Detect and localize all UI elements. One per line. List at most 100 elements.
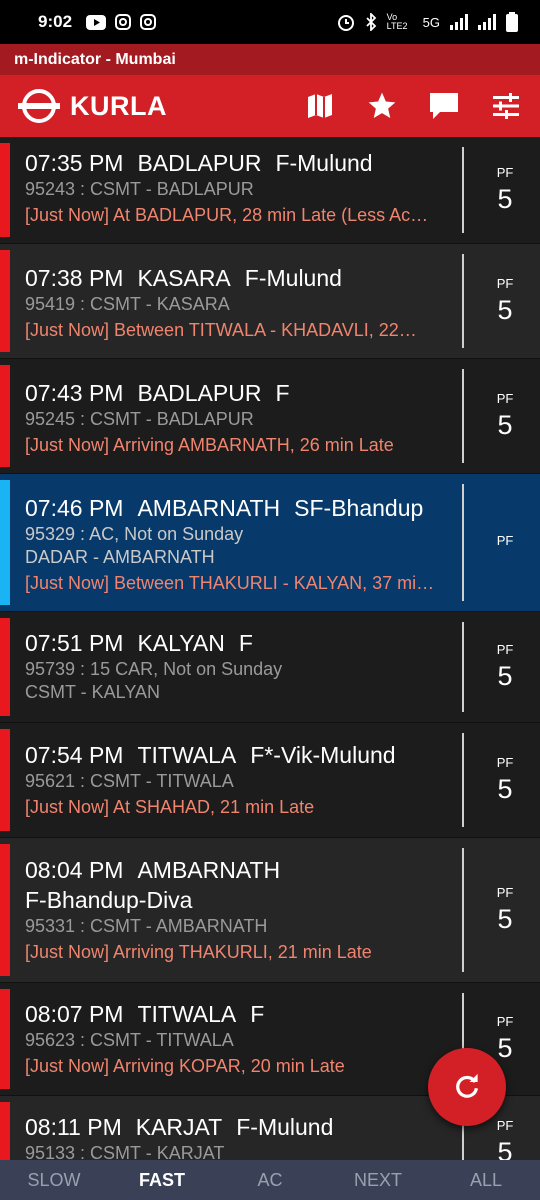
tab-next[interactable]: NEXT [324, 1170, 432, 1191]
platform-label: PF [496, 276, 514, 291]
train-live-status: [Just Now] Between THAKURLI - KALYAN, 37… [25, 573, 435, 593]
platform-label: PF [496, 642, 514, 657]
volte-indicator: Vo LTE2 [386, 12, 408, 31]
platform-box: PF [470, 474, 540, 611]
train-time: 08:07 PM [25, 1001, 124, 1027]
app-title: m-Indicator - Mumbai [14, 51, 176, 68]
platform-label: PF [496, 755, 514, 770]
train-destination: TITWALA [137, 742, 237, 768]
train-route: 95331 : CSMT - AMBARNATH [25, 916, 268, 936]
battery-icon [506, 12, 518, 32]
train-route: 95621 : CSMT - TITWALA [25, 771, 234, 791]
platform-box: PF 5 [470, 838, 540, 982]
train-title: 07:51 PM KALYAN F [25, 628, 450, 658]
train-destination: AMBARNATH [137, 857, 281, 883]
platform-number: 5 [497, 661, 513, 691]
train-title: 07:38 PM KASARA F-Mulund [25, 263, 450, 293]
train-row[interactable]: 07:54 PM TITWALA F*-Vik-Mulund 95621 : CSM… [0, 723, 540, 838]
train-row[interactable]: 08:04 PM AMBARNATH F-Bhandup-Diva 95331 : … [0, 838, 540, 983]
refresh-button[interactable] [428, 1048, 506, 1126]
train-live-status: [Just Now] At BADLAPUR, 28 min Late (Les… [25, 205, 429, 225]
platform-box: PF 5 [470, 612, 540, 722]
train-time: 07:35 PM [25, 150, 124, 176]
filter-button[interactable] [488, 88, 524, 124]
instagram-icon [115, 14, 132, 30]
train-type: F [275, 380, 290, 406]
chat-button[interactable] [426, 88, 462, 124]
tab-ac[interactable]: AC [216, 1170, 324, 1191]
train-type: F [238, 630, 253, 656]
status-bar: 9:02 Vo LTE2 5G [0, 0, 540, 44]
train-time: 08:11 PM [25, 1114, 122, 1140]
tab-fast[interactable]: FAST [108, 1170, 216, 1191]
train-row[interactable]: 07:35 PM BADLAPUR F-Mulund 95243 : CSMT - … [0, 137, 540, 244]
platform-divider [462, 622, 464, 712]
train-route: 95133 : CSMT - KARJAT [25, 1143, 225, 1160]
platform-number: 5 [497, 295, 513, 325]
youtube-icon [86, 14, 107, 30]
status-stripe [0, 480, 10, 605]
status-stripe [0, 618, 10, 716]
train-time: 08:04 PM [25, 857, 124, 883]
instagram-icon [140, 14, 157, 30]
train-type: F-Mulund [275, 150, 373, 176]
platform-box: PF 5 [470, 723, 540, 837]
train-live-status: [Just Now] Between TITWALA - KHADAVLI, 2… [25, 320, 417, 340]
refresh-icon [456, 1073, 478, 1098]
platform-label: PF [496, 1014, 514, 1029]
train-live-status: [Just Now] Arriving KOPAR, 20 min Late [25, 1056, 345, 1076]
platform-label: PF [496, 165, 514, 180]
platform-label: PF [496, 533, 514, 548]
status-stripe [0, 250, 10, 352]
tab-all[interactable]: ALL [432, 1170, 540, 1191]
chat-icon [430, 93, 458, 119]
train-type: F-Bhandup-Diva [25, 887, 193, 913]
train-title: 07:54 PM TITWALA F*-Vik-Mulund [25, 740, 450, 770]
platform-number: 5 [497, 410, 513, 440]
filter-icon [493, 93, 519, 119]
platform-divider [462, 147, 464, 233]
status-stripe [0, 143, 10, 237]
network-type: 5G [422, 14, 440, 30]
map-button[interactable] [302, 88, 338, 124]
train-route: DADAR - AMBARNATH [25, 547, 215, 567]
train-row[interactable]: 07:38 PM KASARA F-Mulund 95419 : CSMT - KA… [0, 244, 540, 359]
train-route: 95245 : CSMT - BADLAPUR [25, 409, 254, 429]
alarm-icon [337, 15, 354, 31]
train-live-status: [Just Now] Arriving THAKURLI, 21 min Lat… [25, 942, 372, 962]
system-icons: Vo LTE2 5G [337, 12, 518, 32]
train-row-selected[interactable]: 07:46 PM AMBARNATH SF-Bhandup 95329 : AC, … [0, 474, 540, 612]
platform-box: PF 5 [470, 244, 540, 358]
platform-divider [462, 484, 464, 601]
train-route: CSMT - KALYAN [25, 682, 161, 702]
train-destination: KASARA [137, 265, 231, 291]
toolbar: KURLA [0, 75, 540, 137]
train-title: 07:43 PM BADLAPUR F [25, 378, 450, 408]
train-type: SF-Bhandup [294, 495, 424, 521]
train-type: F*-Vik-Mulund [250, 742, 396, 768]
platform-box: PF 5 [470, 359, 540, 473]
train-destination: AMBARNATH [137, 495, 281, 521]
signal-icon [478, 14, 496, 30]
platform-number: 5 [497, 184, 513, 214]
bluetooth-icon [366, 13, 376, 31]
platform-number: 5 [497, 1137, 513, 1160]
platform-divider [462, 848, 464, 972]
toolbar-actions [302, 88, 540, 124]
train-row[interactable]: 07:43 PM BADLAPUR F 95245 : CSMT - BADLAPU… [0, 359, 540, 474]
favorites-button[interactable] [364, 88, 400, 124]
platform-box: PF 5 [470, 137, 540, 243]
tab-slow[interactable]: SLOW [0, 1170, 108, 1191]
train-title: 07:46 PM AMBARNATH SF-Bhandup [25, 493, 450, 523]
train-route: 95419 : CSMT - KASARA [25, 294, 230, 314]
train-row[interactable]: 07:51 PM KALYAN F 95739 : 15 CAR, Not on S… [0, 612, 540, 723]
train-list[interactable]: 07:35 PM BADLAPUR F-Mulund 95243 : CSMT - … [0, 137, 540, 1160]
train-info: 95329 : AC, Not on Sunday [25, 524, 244, 544]
bottom-tab-bar: SLOW FAST AC NEXT ALL [0, 1160, 540, 1200]
train-type: F [250, 1001, 265, 1027]
platform-label: PF [496, 391, 514, 406]
status-stripe [0, 844, 10, 976]
train-route: 95623 : CSMT - TITWALA [25, 1030, 234, 1050]
station-name[interactable]: KURLA [70, 91, 167, 122]
signal-icon [450, 14, 468, 30]
